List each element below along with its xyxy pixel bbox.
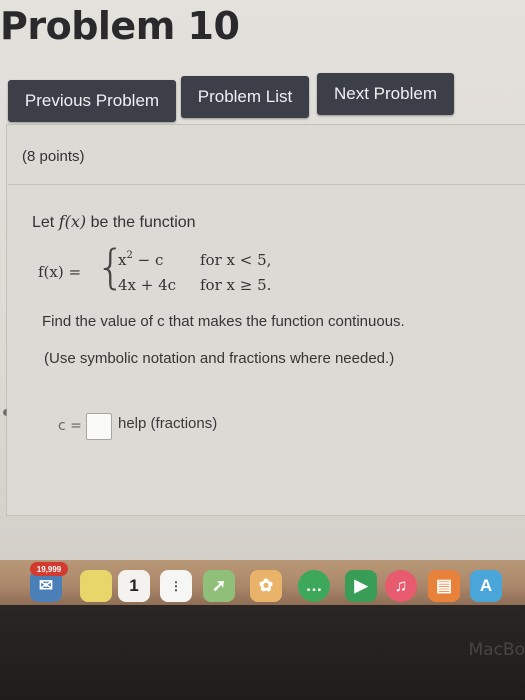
edge-icon: ◖ (0, 404, 10, 421)
case2-expression: 4x + 4c (118, 276, 177, 294)
prompt-prefix: Let (32, 214, 59, 231)
photos-icon[interactable]: ✿ (250, 570, 282, 602)
calendar-icon[interactable]: 1 (118, 570, 150, 602)
previous-problem-button[interactable]: Previous Problem (8, 80, 176, 122)
help-fractions-link[interactable]: help (fractions) (118, 415, 217, 432)
points-label: (8 points) (22, 148, 85, 165)
reminders-icon[interactable]: ⋮ (160, 570, 192, 602)
prompt-function: f(x) (58, 212, 87, 231)
app-store-icon[interactable]: A (470, 570, 502, 602)
device-brand: MacBo (468, 640, 525, 660)
books-icon[interactable]: ▤ (428, 570, 460, 602)
instruction-text: Find the value of c that makes the funct… (42, 313, 405, 330)
messages-icon[interactable]: … (298, 570, 330, 602)
piecewise-function: f(x) = { x2 − c for x < 5, 4x + 4c for x… (38, 244, 338, 300)
case1-condition: for x < 5, (200, 251, 272, 269)
notes-icon[interactable] (80, 570, 112, 602)
prompt-suffix: be the function (86, 214, 196, 231)
mail-badge: 19,999 (30, 562, 68, 576)
answer-input[interactable] (86, 413, 112, 440)
music-icon[interactable]: ♫ (385, 570, 417, 602)
case1-expression: x2 − c (118, 250, 164, 269)
hint-text: (Use symbolic notation and fractions whe… (44, 350, 395, 367)
case2-condition: for x ≥ 5. (200, 276, 272, 294)
facetime-icon[interactable]: ▶ (345, 570, 377, 602)
divider (8, 184, 525, 185)
laptop-bezel (0, 605, 525, 700)
problem-list-button[interactable]: Problem List (181, 76, 309, 118)
answer-label: c = (58, 418, 82, 434)
next-problem-button[interactable]: Next Problem (317, 73, 454, 115)
function-lhs: f(x) = (38, 263, 82, 281)
maps-icon[interactable]: ➚ (203, 570, 235, 602)
page-title: Problem 10 (0, 4, 240, 48)
problem-prompt: Let f(x) be the function (32, 212, 196, 232)
